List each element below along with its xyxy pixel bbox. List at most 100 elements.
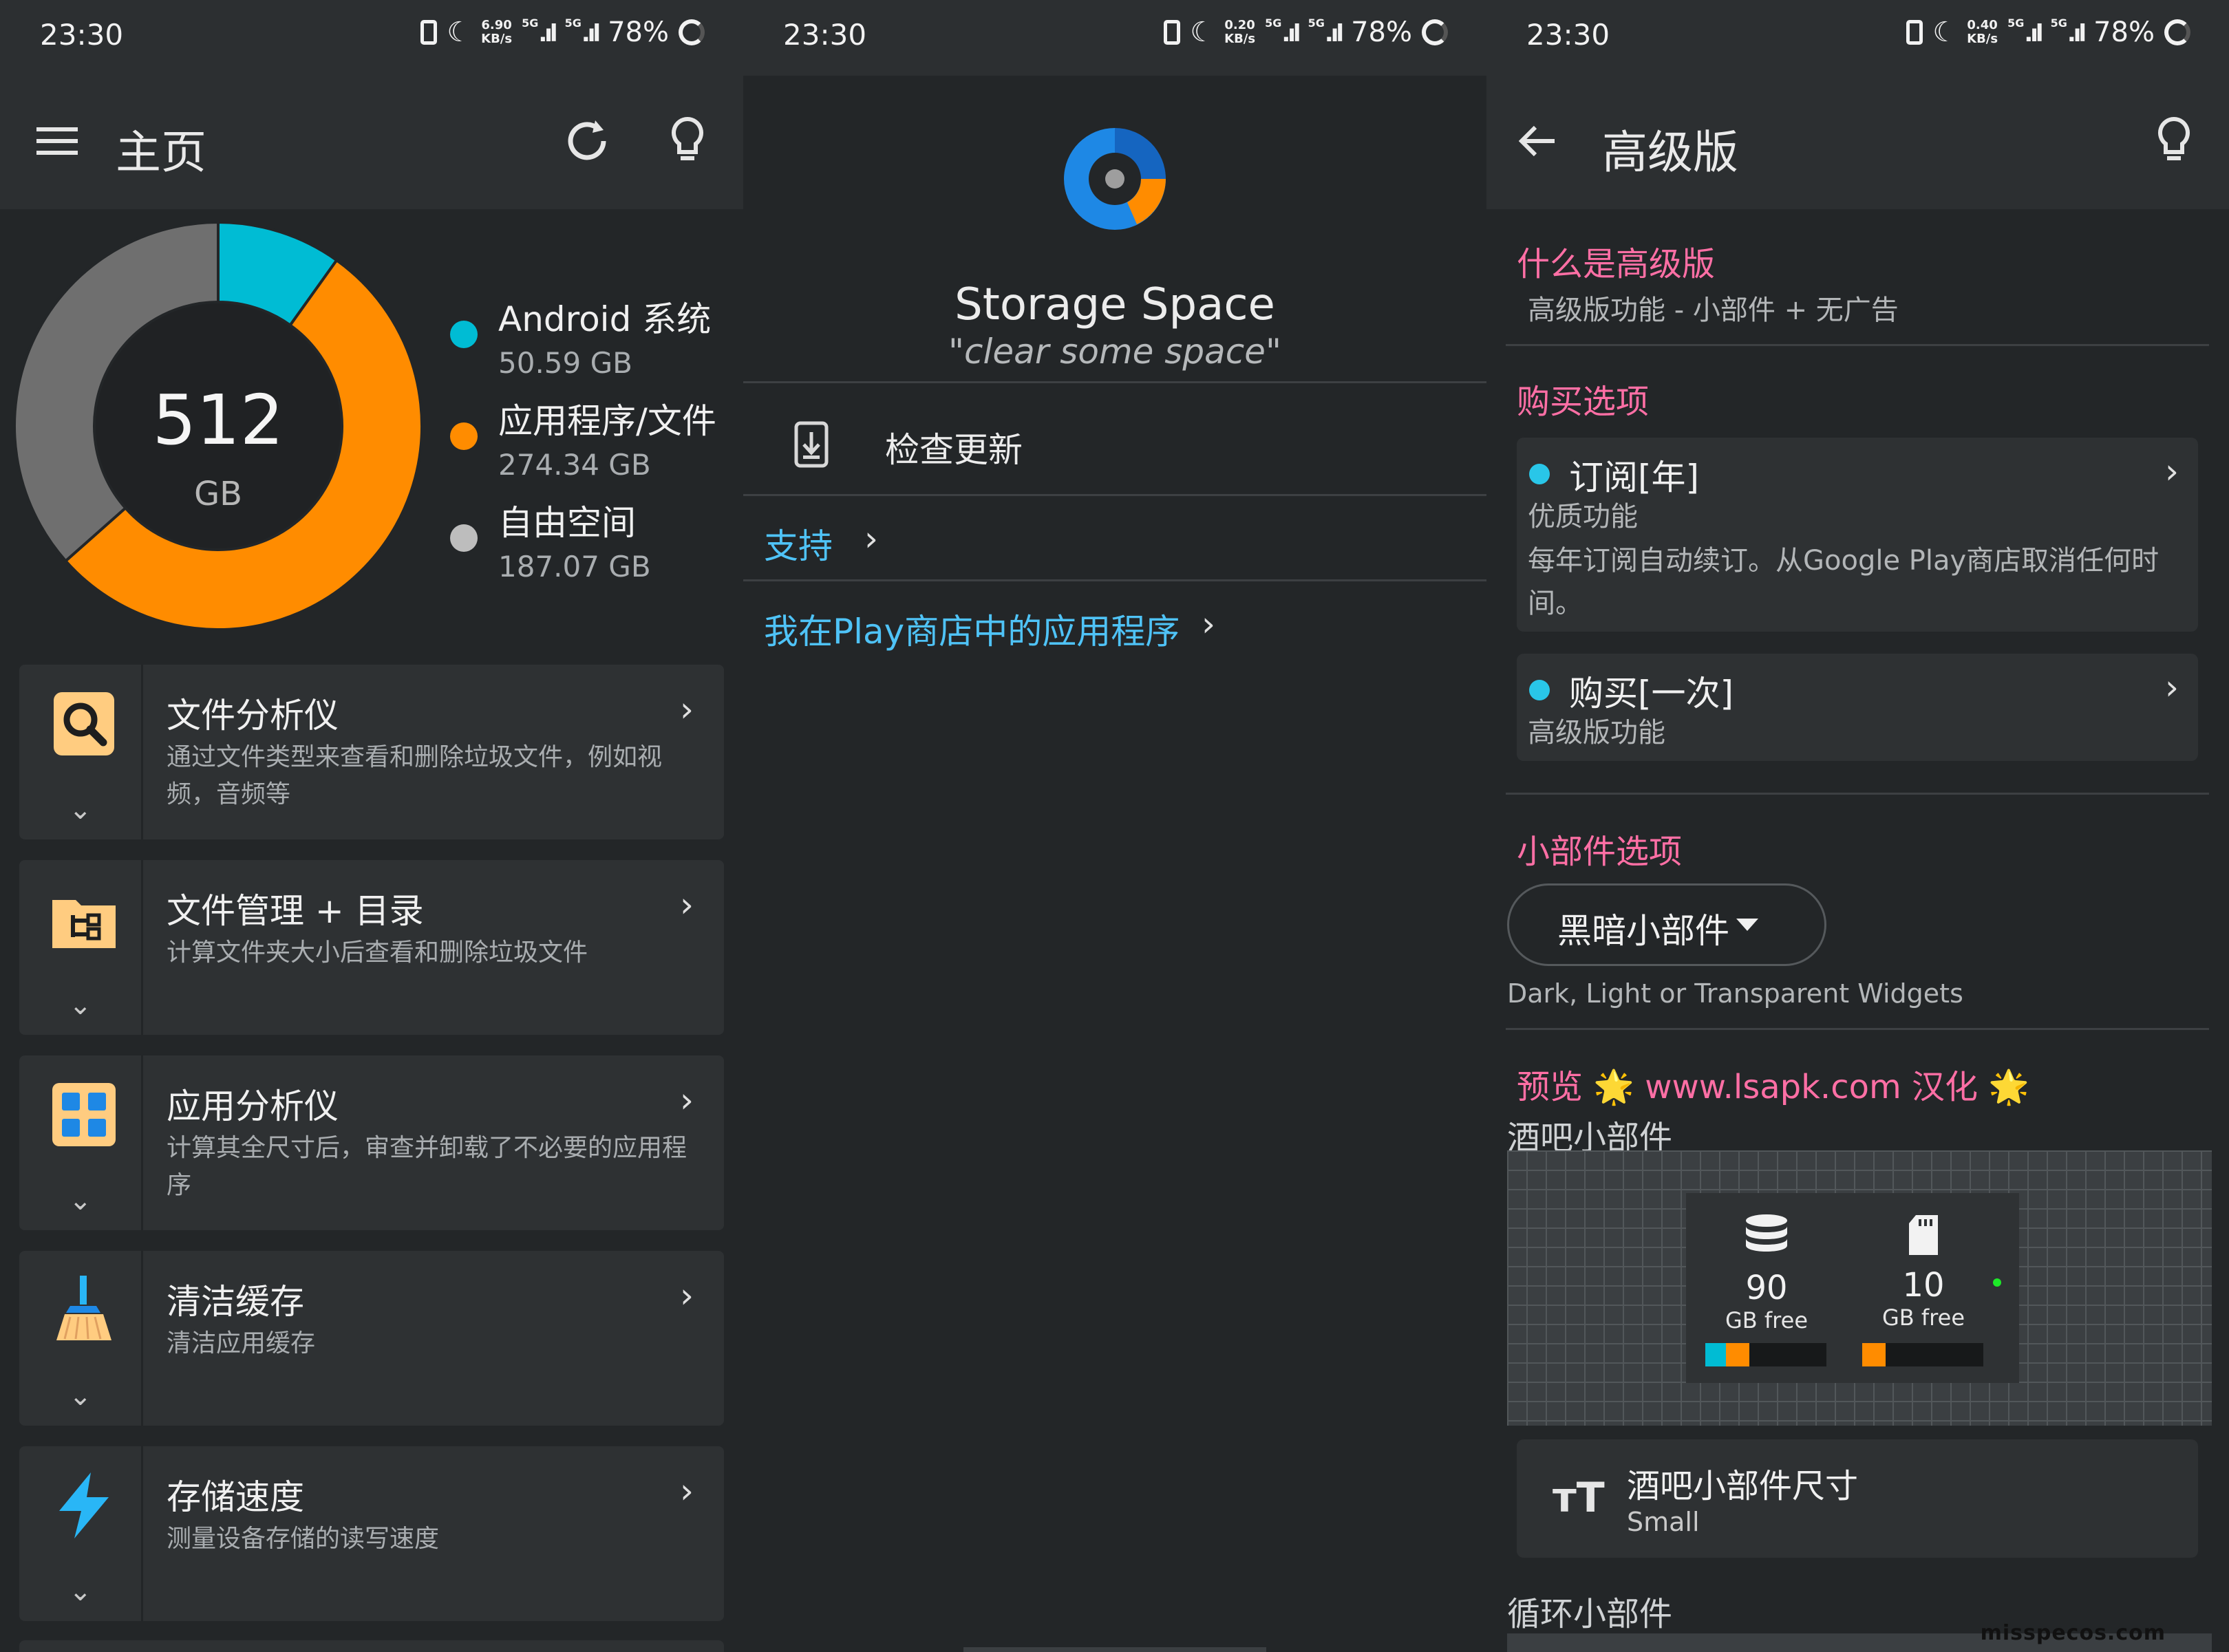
signal-icon: 5G.ıl [522,17,558,47]
card-title: 应用分析仪 [167,1086,339,1126]
card-app-analyzer[interactable]: ⌄ 应用分析仪 计算其全尺寸后，审查并卸载了不必要的应用程序 › [19,1055,724,1230]
vibrate-icon [1906,20,1923,45]
dropdown-caret-icon [1736,919,1758,931]
option-line1: 优质功能 [1528,501,1638,533]
status-bar: 23:30 ☾ 0.20 KB/s 5G.ıl 5G.ıl 78% [743,0,1486,76]
my-apps-row[interactable]: 我在Play商店中的应用程序 › [743,582,1486,667]
chevron-right-icon[interactable]: › [680,689,694,729]
option-line2: 每年订阅自动续订。从Google Play商店取消任何时间。 [1528,545,2159,619]
chevron-right-icon[interactable]: › [680,1276,694,1316]
folder-tree-icon [52,900,116,948]
widget-theme-dropdown[interactable]: 黑暗小部件 [1507,883,1826,966]
chevron-right-icon[interactable]: › [680,1080,694,1120]
divider [743,579,1486,581]
vibrate-icon [1164,20,1181,45]
chevron-down-icon[interactable]: ⌄ [69,794,92,826]
lightbulb-icon[interactable] [2143,110,2205,172]
chevron-down-icon[interactable]: ⌄ [69,1185,92,1216]
free-label: GB free [1881,1305,1965,1331]
loop-widget-title: 循环小部件 [1507,1595,1673,1633]
divider [1506,793,2209,795]
dropdown-value: 黑暗小部件 [1557,911,1729,951]
chevron-right-icon[interactable]: › [680,885,694,925]
storage-legend: Android 系统 50.59 GB 应用程序/文件 274.34 GB 自由… [447,296,716,601]
widget-size-setting[interactable]: ᴛT 酒吧小部件尺寸 Small [1517,1439,2198,1558]
sd-storage-column: 10 GB free [1858,1214,1989,1331]
legend-dot [450,422,478,450]
about-screen: 23:30 ☾ 0.20 KB/s 5G.ıl 5G.ıl 78% Storage… [743,0,1486,1652]
dnd-moon-icon: ☾ [1190,17,1215,48]
home-screen: 23:30 ☾ 6.90 KB/s 5G.ıl 5G.ıl 78% 主页 512 … [0,0,743,1652]
dnd-moon-icon: ☾ [1932,17,1958,48]
widget-themes-desc: Dark, Light or Transparent Widgets [1507,978,1963,1009]
lightbulb-icon[interactable] [657,110,718,172]
app-logo-icon [1064,128,1166,230]
legend-name: 自由空间 [498,503,636,543]
status-dot [1993,1278,2001,1287]
what-is-premium-title: 什么是高级版 [1517,245,1716,283]
option-bullet [1529,464,1550,484]
card-desc: 通过文件类型来查看和删除垃圾文件，例如视频，音频等 [167,743,663,808]
refresh-icon[interactable] [556,110,618,172]
premium-screen: 23:30 ☾ 0.40 KB/s 5G.ıl 5G.ıl 78% 高级版 什么是… [1486,0,2229,1652]
sd-free-value: 10 [1902,1266,1945,1305]
database-icon [1746,1214,1787,1252]
signal-icon: 5G.ıl [2050,17,2087,47]
app-bar: 高级版 [1486,76,2229,209]
search-icon [54,692,114,755]
battery-ring-icon [679,19,705,45]
back-arrow-icon[interactable] [1506,110,1568,172]
card-desc: 测量设备存储的读写速度 [167,1525,440,1553]
app-name: Storage Space [954,279,1275,330]
signal-icon: 5G.ıl [1265,17,1301,47]
sd-card-icon [1909,1215,1938,1255]
card-file-manager[interactable]: ⌄ 文件管理 + 目录 计算文件夹大小后查看和删除垃圾文件 › [19,860,724,1035]
bottom-edge [963,1647,1266,1652]
card-clean-cache[interactable]: ⌄ 清洁缓存 清洁应用缓存 › [19,1251,724,1426]
legend-size: 274.34 GB [498,448,651,482]
lightning-icon [59,1472,109,1538]
option-buy-once[interactable]: 购买[一次] 高级版功能 › [1517,654,2198,761]
legend-item: 应用程序/文件 274.34 GB [447,398,716,486]
internal-usage-bar [1705,1343,1826,1366]
signal-icon: 5G.ıl [1308,17,1345,47]
watermark: misspecos.com [1980,1621,2166,1645]
support-link: 支持 [764,526,833,566]
battery-level: 78% [608,17,669,48]
legend-size: 187.07 GB [498,550,651,583]
battery-level: 78% [2093,17,2155,48]
status-bar: 23:30 ☾ 0.40 KB/s 5G.ıl 5G.ıl 78% [1486,0,2229,76]
chevron-down-icon[interactable]: ⌄ [69,989,92,1021]
card-file-analyzer[interactable]: ⌄ 文件分析仪 通过文件类型来查看和删除垃圾文件，例如视频，音频等 › [19,665,724,839]
status-time: 23:30 [1526,18,1610,52]
divider [1506,1028,2209,1030]
size-setting-value: Small [1627,1507,1700,1537]
divider [1506,344,2209,346]
card-title: 文件分析仪 [167,696,339,736]
vibrate-icon [420,20,438,45]
legend-name: Android 系统 [498,299,712,339]
card-desc: 计算其全尺寸后，审查并卸载了不必要的应用程序 [167,1134,687,1199]
support-row[interactable]: 支持 › [743,497,1486,582]
widget-preview: 90 GB free 10 GB free [1507,1150,2212,1426]
card-title: 存储速度 [167,1477,304,1517]
chevron-right-icon[interactable]: › [680,1471,694,1511]
card-partial [19,1640,724,1652]
my-apps-link: 我在Play商店中的应用程序 [764,612,1180,652]
chevron-down-icon[interactable]: ⌄ [69,1380,92,1412]
status-time: 23:30 [40,18,124,52]
option-subscribe-yearly[interactable]: 订阅[年] 优质功能 每年订阅自动续订。从Google Play商店取消任何时间… [1517,438,2198,632]
divider [743,494,1486,496]
battery-level: 78% [1351,17,1412,48]
check-update-row[interactable]: 检查更新 [743,400,1486,486]
option-title: 订阅[年] [1569,458,1700,497]
card-storage-speed[interactable]: ⌄ 存储速度 测量设备存储的读写速度 › [19,1446,724,1621]
legend-dot [450,524,478,552]
size-setting-title: 酒吧小部件尺寸 [1627,1467,1859,1505]
battery-ring-icon [2164,19,2190,45]
status-time: 23:30 [783,18,867,52]
chevron-right-icon: › [2165,451,2179,491]
menu-icon[interactable] [26,110,88,172]
what-is-premium-desc: 高级版功能 - 小部件 + 无广告 [1528,294,1899,326]
chevron-down-icon[interactable]: ⌄ [69,1576,92,1607]
